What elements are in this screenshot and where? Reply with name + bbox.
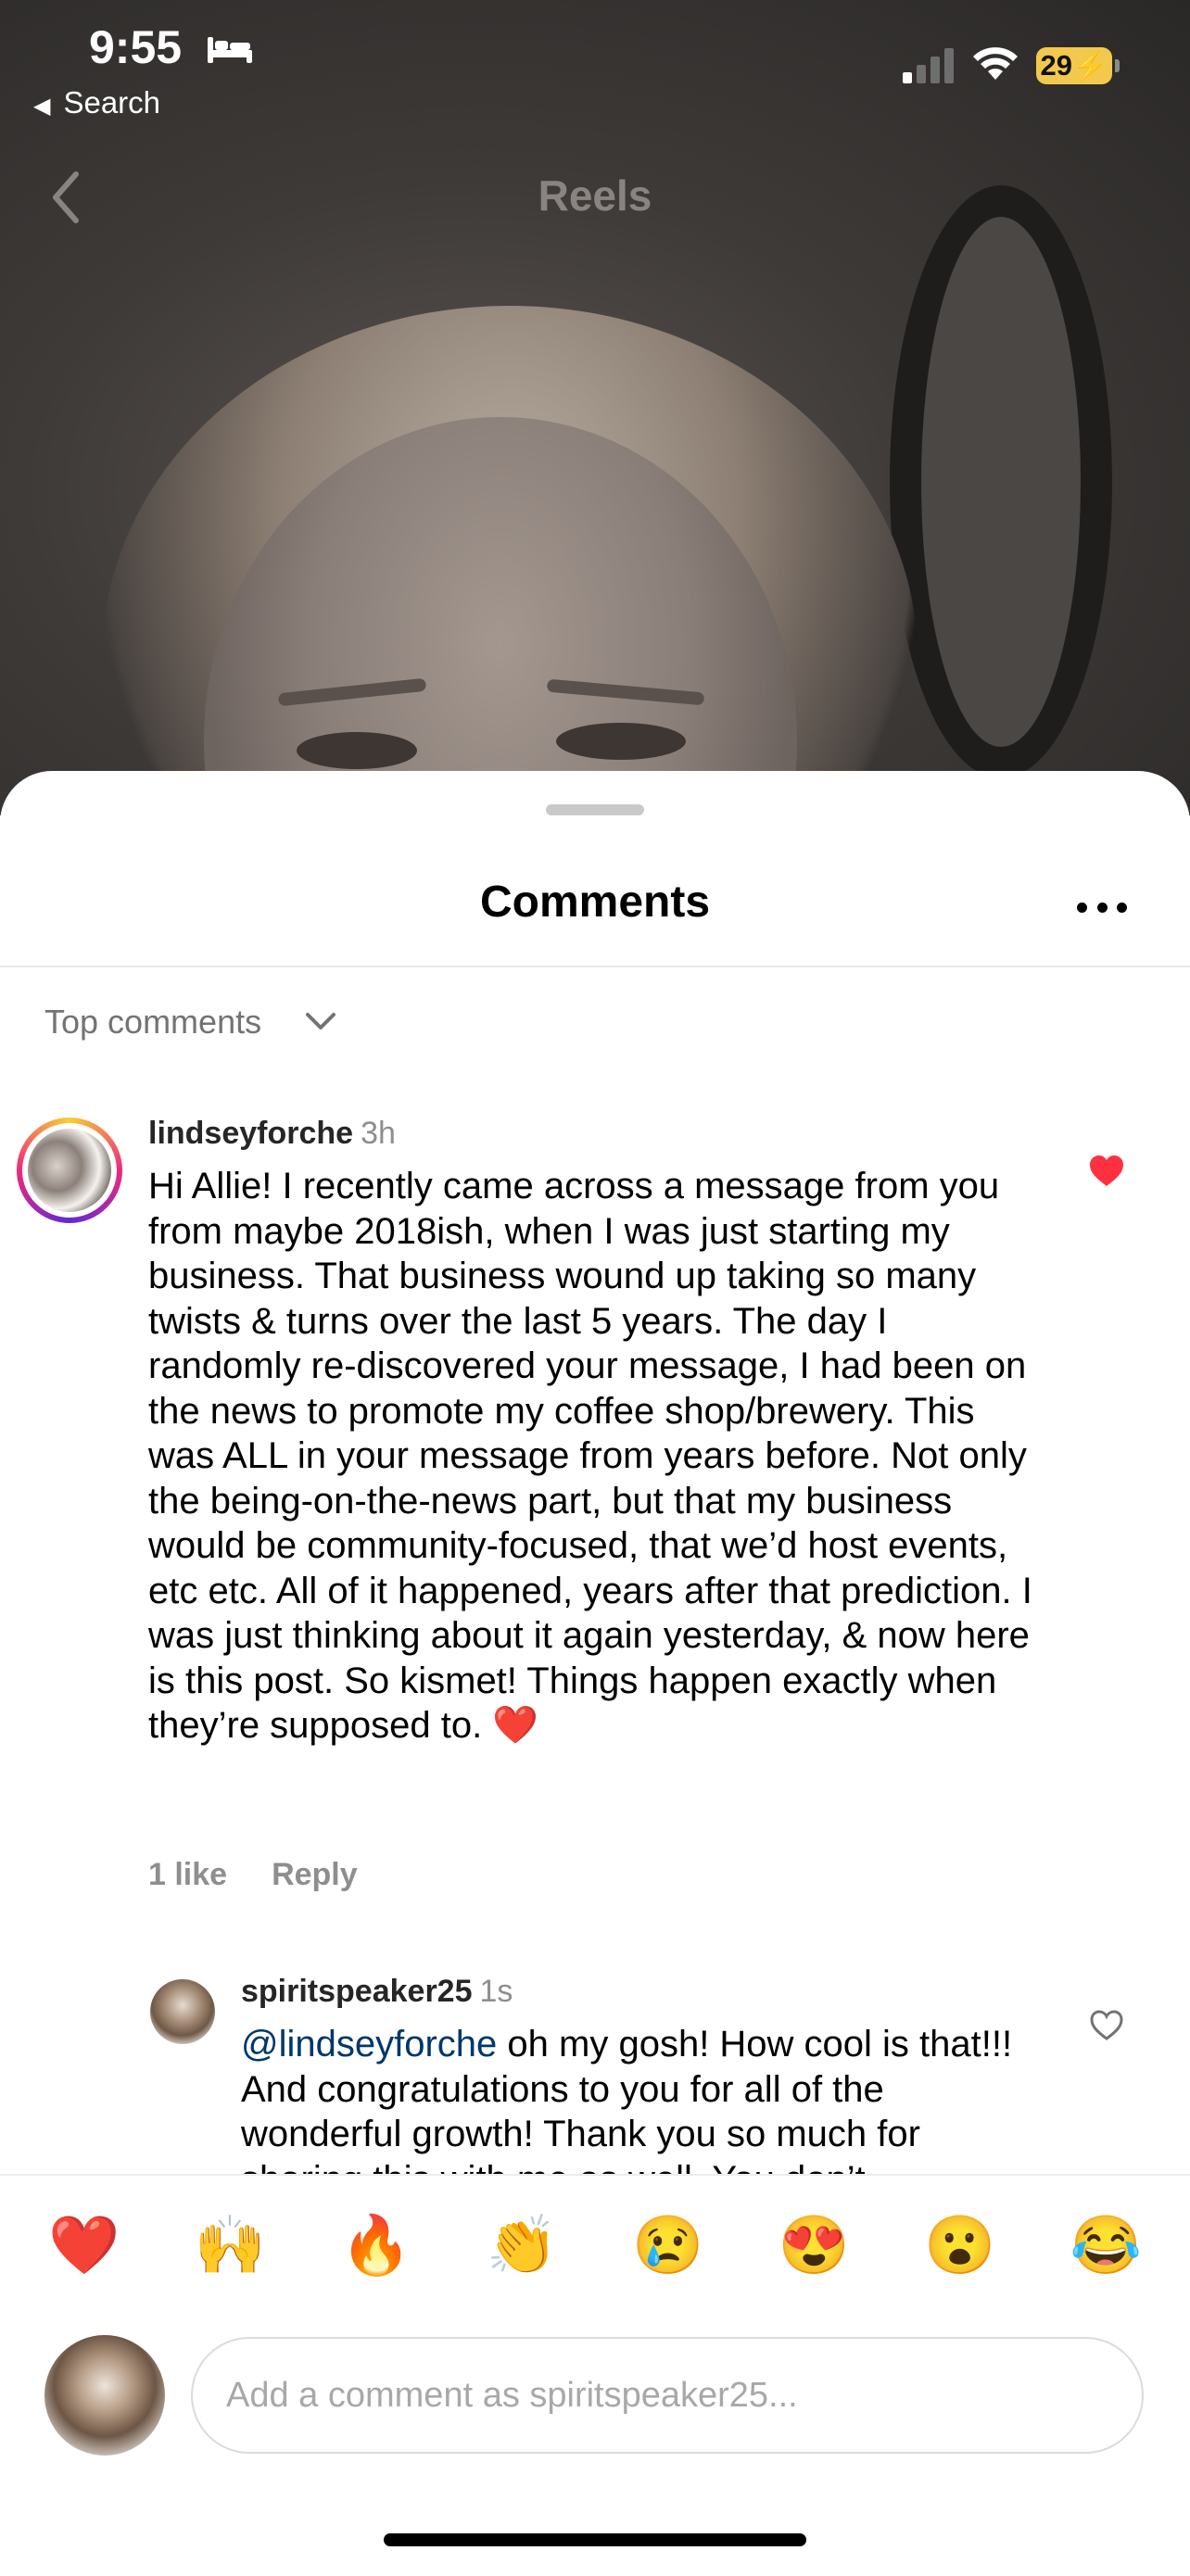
- reply-avatar[interactable]: [150, 1979, 215, 2044]
- heart-outline-icon[interactable]: [1088, 2009, 1125, 2042]
- left-eye: [297, 732, 417, 769]
- sheet-grabber[interactable]: [546, 804, 644, 815]
- emoji-red-heart[interactable]: ❤️: [47, 2209, 121, 2283]
- current-user-avatar: [44, 2335, 165, 2456]
- emoji-laughing-face[interactable]: 😂: [1069, 2209, 1143, 2283]
- avatar-photo: [28, 1129, 111, 1212]
- emoji-heart-eyes[interactable]: 😍: [777, 2209, 851, 2283]
- battery-cap: [1115, 59, 1120, 72]
- charging-bolt-icon: ⚡: [1071, 49, 1108, 82]
- comment-timestamp: 3h: [361, 1116, 396, 1151]
- emoji-fire[interactable]: 🔥: [339, 2209, 413, 2283]
- status-time: 9:55: [89, 21, 183, 73]
- emoji-crying-face[interactable]: 😢: [631, 2209, 705, 2283]
- home-indicator[interactable]: [384, 2533, 806, 2546]
- back-to-search-link[interactable]: ◀ Search: [33, 85, 160, 120]
- reply-author-row[interactable]: spiritspeaker25 1s: [241, 1974, 513, 2010]
- like-count[interactable]: 1 like: [148, 1857, 227, 1892]
- reply-button[interactable]: Reply: [272, 1857, 358, 1892]
- more-options-icon[interactable]: [1077, 903, 1127, 914]
- comment-input[interactable]: [191, 2337, 1144, 2454]
- reply-text: @lindseyforche oh my gosh! How cool is t…: [241, 2022, 1038, 2174]
- battery-indicator: 29 ⚡: [1036, 47, 1112, 84]
- emoji-raising-hands[interactable]: 🙌: [193, 2209, 267, 2283]
- battery-level: 29: [1040, 49, 1072, 82]
- reel-video-background[interactable]: [0, 0, 1190, 815]
- sort-dropdown[interactable]: Top comments: [44, 1003, 261, 1042]
- commenter-avatar[interactable]: [17, 1118, 122, 1223]
- reply-timestamp: 1s: [479, 1974, 513, 2009]
- liked-heart-icon[interactable]: [1088, 1155, 1125, 1188]
- emoji-clapping-hands[interactable]: 👏: [485, 2209, 559, 2283]
- avatar-border: [22, 1123, 117, 1218]
- chevron-down-icon[interactable]: [304, 1010, 337, 1032]
- back-label: Search: [63, 85, 161, 120]
- right-eye: [556, 723, 686, 760]
- emoji-surprised-face[interactable]: 😮: [923, 2209, 997, 2283]
- comment-text: Hi Allie! I recently came across a messa…: [148, 1166, 1032, 1746]
- cellular-signal-icon: [903, 48, 954, 83]
- wall-mirror: [890, 185, 1112, 778]
- comment-author-row[interactable]: lindseyforche 3h: [148, 1116, 396, 1152]
- quick-emoji-bar: ❤️ 🙌 🔥 👏 😢 😍 😮 😂: [0, 2209, 1190, 2283]
- header-divider: [0, 966, 1190, 967]
- wifi-icon: [973, 47, 1018, 80]
- reply-username[interactable]: spiritspeaker25: [241, 1974, 473, 2009]
- reels-title: Reels: [538, 171, 652, 220]
- back-arrow-icon: ◀: [33, 94, 51, 119]
- comment-username[interactable]: lindseyforche: [148, 1116, 353, 1151]
- sheet-title: Comments: [479, 878, 711, 927]
- comment-composer: ❤️ 🙌 🔥 👏 😢 😍 😮 😂: [0, 2174, 1190, 2576]
- comment-meta: 1 like Reply: [148, 1857, 402, 1893]
- reply-mention[interactable]: @lindseyforche: [241, 2024, 497, 2065]
- sleep-focus-icon: [208, 37, 252, 63]
